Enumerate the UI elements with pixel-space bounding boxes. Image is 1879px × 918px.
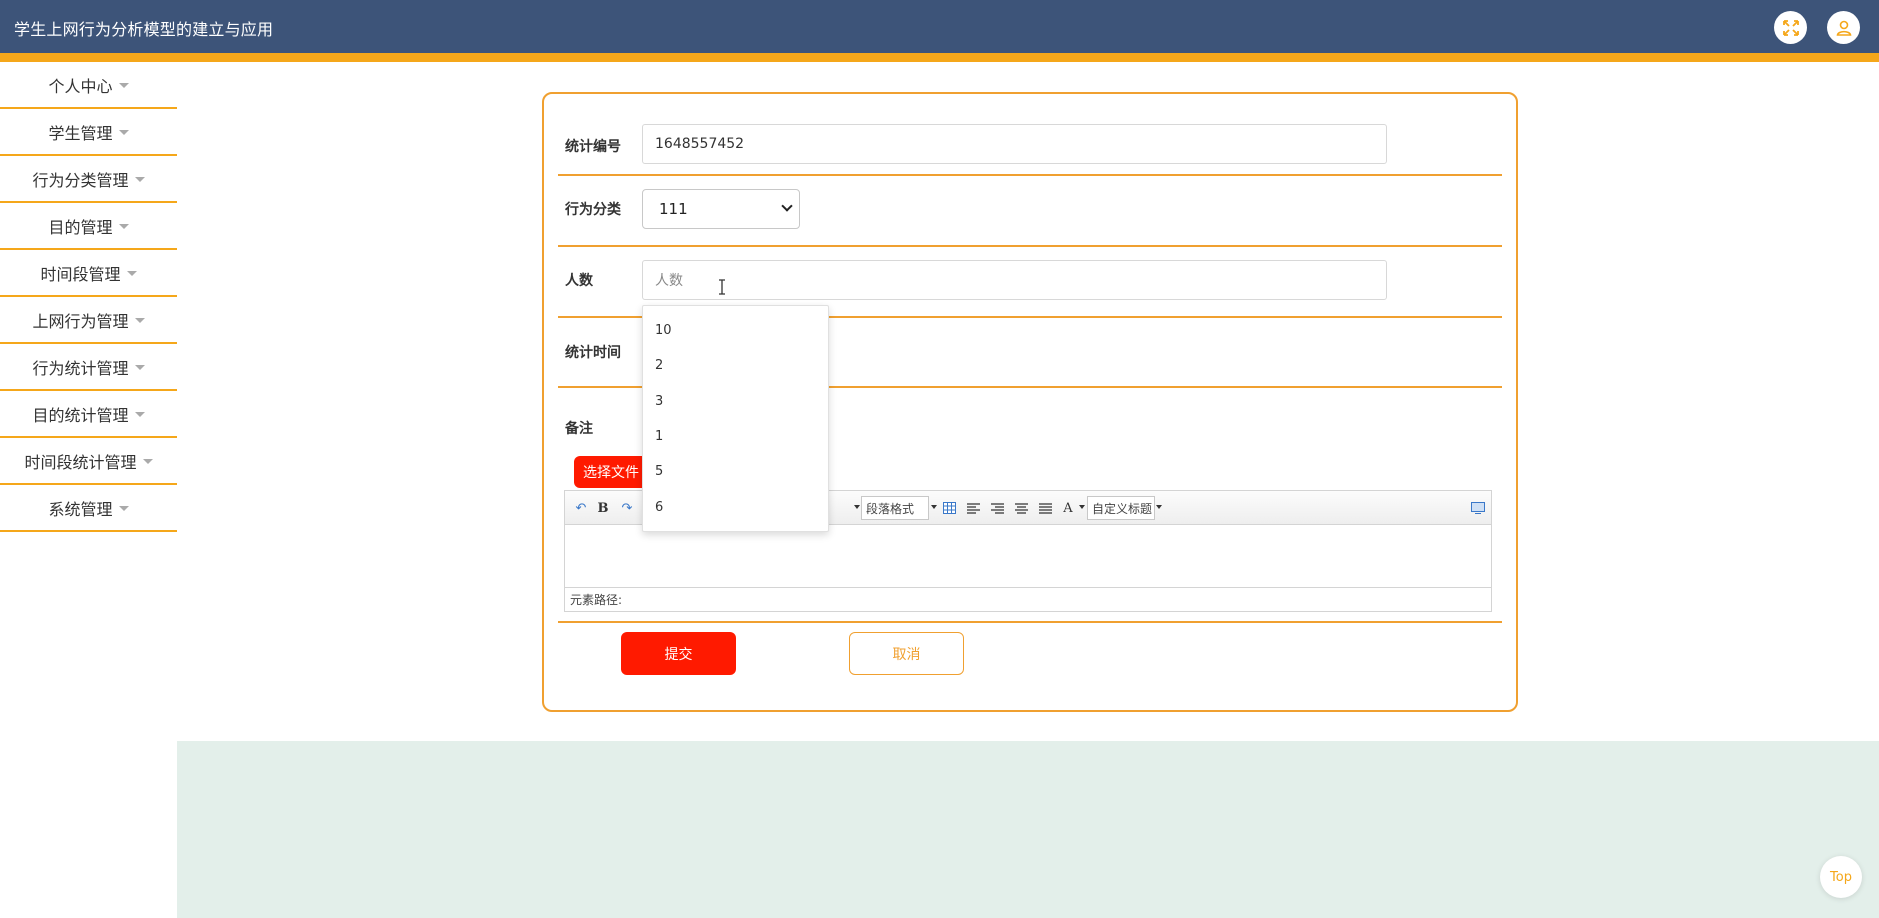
sidebar-item-label: 行为统计管理: [32, 358, 129, 378]
fullscreen-button[interactable]: [1774, 11, 1807, 44]
caret-down-icon: [134, 177, 145, 182]
form-row-stat-no: 统计编号 1648557452: [558, 94, 1502, 176]
count-input[interactable]: 人数: [642, 260, 1387, 300]
footer-band: [177, 741, 1879, 918]
caret-down-icon: [134, 412, 145, 417]
sidebar-item-purpose-stats[interactable]: 目的统计管理: [0, 391, 177, 438]
header-accent-bar: [0, 53, 1879, 62]
dropdown-arrow-icon[interactable]: [1079, 505, 1085, 509]
editor-content-area[interactable]: [565, 525, 1491, 587]
caret-down-icon: [126, 271, 137, 276]
paragraph-format-select[interactable]: 段落格式: [861, 496, 929, 520]
sidebar-item-label: 行为分类管理: [32, 170, 129, 190]
align-justify-glyph: [1038, 502, 1052, 514]
align-center-glyph: [1014, 502, 1028, 514]
dropdown-option[interactable]: 2: [643, 348, 828, 383]
sidebar-item-label: 个人中心: [48, 76, 113, 96]
sidebar-item-label: 系统管理: [48, 499, 113, 519]
dropdown-option[interactable]: 10: [643, 313, 828, 348]
top-header: 学生上网行为分析模型的建立与应用: [0, 0, 1879, 53]
category-select-value: 111: [659, 200, 688, 218]
custom-heading-label: 自定义标题: [1092, 501, 1153, 516]
custom-heading-select[interactable]: 自定义标题: [1087, 496, 1155, 520]
dropdown-arrow-icon[interactable]: [854, 505, 860, 509]
undo-icon[interactable]: ↶: [573, 499, 589, 517]
sidebar-item-label: 时间段管理: [40, 264, 121, 284]
sidebar-item-purpose[interactable]: 目的管理: [0, 203, 177, 250]
align-left-glyph: [966, 502, 980, 514]
caret-down-icon: [118, 83, 129, 88]
sidebar-item-label: 时间段统计管理: [24, 452, 137, 472]
editor-element-path: 元素路径:: [565, 587, 1491, 611]
form-row-category: 行为分类 111: [558, 176, 1502, 247]
sidebar-item-label: 学生管理: [48, 123, 113, 143]
stat-no-input[interactable]: 1648557452: [642, 124, 1387, 164]
user-button[interactable]: [1827, 11, 1860, 44]
stat-time-label: 统计时间: [565, 345, 621, 361]
sidebar: 个人中心 学生管理 行为分类管理 目的管理 时间段管理 上网行为管理 行为统计管…: [0, 62, 177, 532]
sidebar-item-personal-center[interactable]: 个人中心: [0, 62, 177, 109]
category-select[interactable]: 111: [642, 189, 800, 229]
dropdown-option[interactable]: 6: [643, 489, 828, 524]
redo-icon[interactable]: ↷: [619, 499, 635, 517]
back-to-top-button[interactable]: Top: [1820, 856, 1862, 898]
sidebar-item-system[interactable]: 系统管理: [0, 485, 177, 532]
align-justify-icon[interactable]: [1038, 499, 1052, 517]
table-icon[interactable]: [942, 499, 956, 517]
align-right-icon[interactable]: [990, 499, 1004, 517]
dropdown-arrow-icon[interactable]: [1156, 505, 1162, 509]
count-suggestion-dropdown: 10 2 3 1 5 6: [642, 305, 829, 532]
caret-down-icon: [118, 224, 129, 229]
caret-down-icon: [134, 365, 145, 370]
stat-no-label: 统计编号: [565, 139, 621, 155]
cancel-button[interactable]: 取消: [849, 632, 964, 675]
submit-button[interactable]: 提交: [621, 632, 736, 675]
dropdown-option[interactable]: 3: [643, 384, 828, 419]
caret-down-icon: [142, 459, 153, 464]
table-icon-glyph: [942, 502, 956, 514]
font-color-icon[interactable]: A: [1061, 499, 1075, 517]
dropdown-option[interactable]: 1: [643, 419, 828, 454]
sidebar-item-label: 上网行为管理: [32, 311, 129, 331]
sidebar-item-online-behavior[interactable]: 上网行为管理: [0, 297, 177, 344]
dropdown-option[interactable]: 5: [643, 454, 828, 489]
sidebar-item-time-period-stats[interactable]: 时间段统计管理: [0, 438, 177, 485]
caret-down-icon: [118, 130, 129, 135]
caret-down-icon: [118, 506, 129, 511]
category-label: 行为分类: [565, 202, 621, 218]
app-title: 学生上网行为分析模型的建立与应用: [14, 20, 274, 39]
align-center-icon[interactable]: [1014, 499, 1028, 517]
chevron-down-icon: [781, 200, 793, 212]
fullscreen-icon: [1782, 19, 1799, 36]
user-icon: [1836, 20, 1851, 36]
sidebar-item-time-period[interactable]: 时间段管理: [0, 250, 177, 297]
sidebar-item-students[interactable]: 学生管理: [0, 109, 177, 156]
text-cursor-icon: [719, 279, 725, 295]
remark-label: 备注: [565, 421, 593, 437]
align-left-icon[interactable]: [966, 499, 980, 517]
align-right-glyph: [990, 502, 1004, 514]
form-divider: [558, 621, 1502, 623]
paragraph-format-label: 段落格式: [866, 501, 915, 516]
preview-icon[interactable]: [1471, 499, 1485, 517]
sidebar-item-label: 目的管理: [48, 217, 113, 237]
bold-icon[interactable]: B: [596, 499, 610, 517]
preview-glyph: [1471, 502, 1485, 514]
count-label: 人数: [565, 273, 593, 289]
caret-down-icon: [134, 318, 145, 323]
choose-file-button[interactable]: 选择文件: [574, 456, 648, 488]
sidebar-item-behavior-stats[interactable]: 行为统计管理: [0, 344, 177, 391]
dropdown-arrow-icon[interactable]: [931, 505, 937, 509]
sidebar-item-label: 目的统计管理: [32, 405, 129, 425]
sidebar-item-behavior-category[interactable]: 行为分类管理: [0, 156, 177, 203]
